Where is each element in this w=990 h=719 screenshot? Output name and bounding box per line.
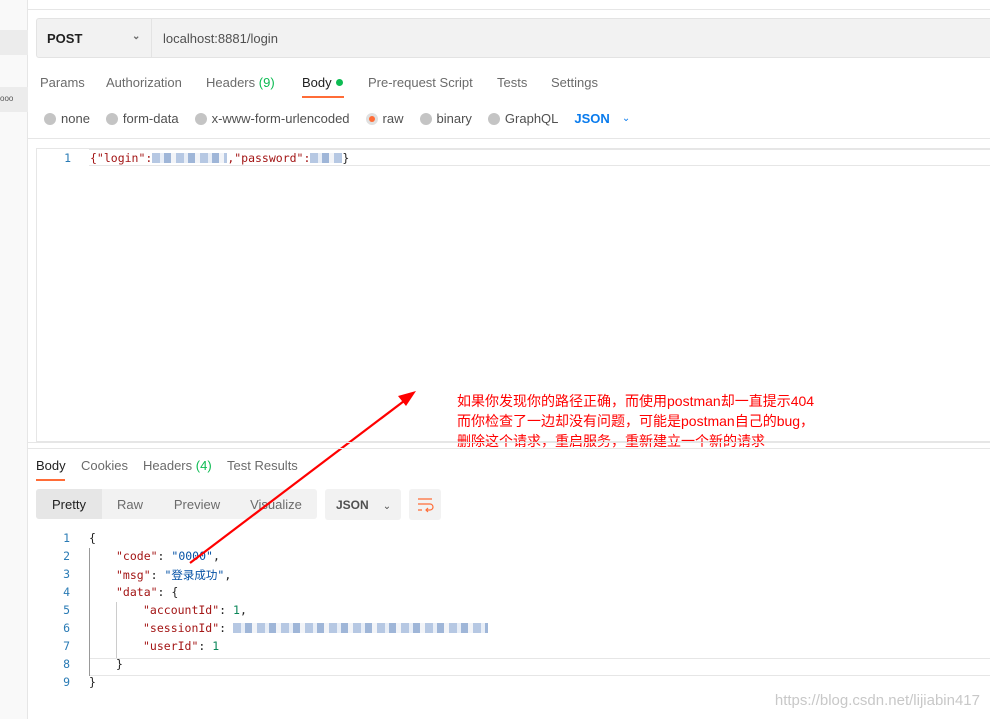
annotation-line: 而你检查了一边却没有问题，可能是postman自己的bug，	[457, 413, 815, 429]
pane-resize-handle[interactable]	[28, 448, 990, 449]
divider	[28, 442, 990, 443]
annotation-arrow	[189, 391, 416, 564]
annotation-line: 如果你发现你的路径正确，而使用postman却一直提示404	[457, 393, 815, 409]
watermark: https://blog.csdn.net/lijiabin417	[774, 692, 980, 709]
